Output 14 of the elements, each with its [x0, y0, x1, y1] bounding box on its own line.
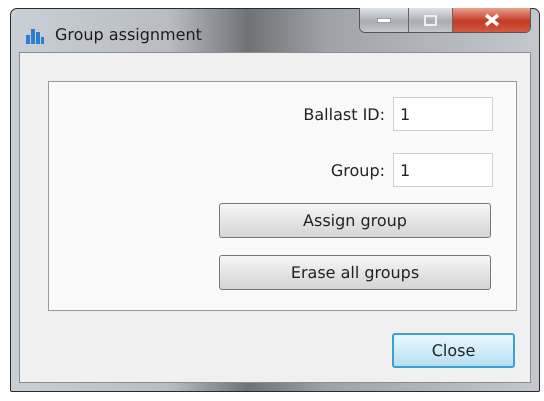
minimize-icon — [377, 18, 391, 22]
maximize-button[interactable] — [408, 8, 452, 32]
input-field[interactable]: 1 — [393, 153, 493, 187]
input-field[interactable]: 1 — [393, 97, 493, 131]
close-icon — [484, 13, 500, 27]
action-button[interactable]: Erase all groups — [219, 255, 491, 290]
close-window-button[interactable] — [452, 8, 530, 32]
maximize-icon — [424, 14, 437, 26]
window-title: Group assignment — [55, 25, 202, 44]
close-button[interactable]: Close — [392, 333, 515, 368]
minimize-button[interactable] — [360, 8, 408, 32]
field-label: Ballast ID: — [303, 104, 385, 124]
action-button[interactable]: Assign group — [219, 203, 491, 238]
field-label: Group: — [330, 160, 385, 180]
